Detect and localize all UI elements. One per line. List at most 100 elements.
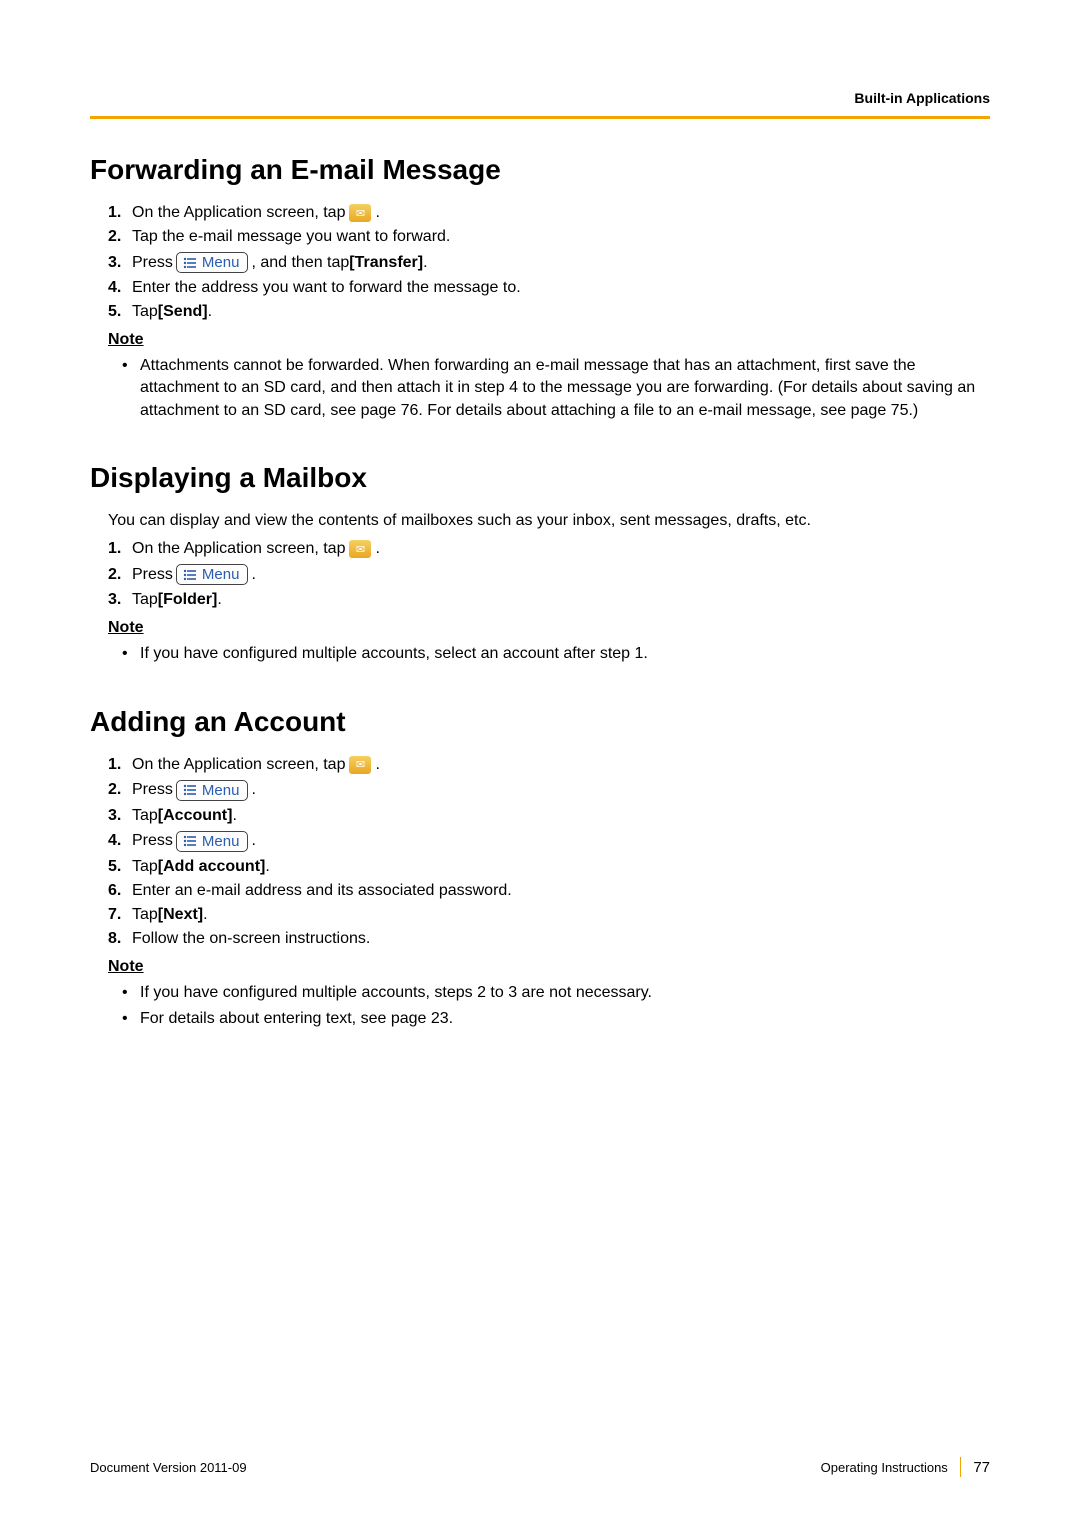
step-text: Tap — [132, 858, 158, 876]
section1-steps: 1. On the Application screen, tap ✉ . 2.… — [90, 204, 990, 321]
step-text: On the Application screen, tap — [132, 756, 345, 774]
email-icon[interactable]: ✉ — [349, 540, 371, 558]
step-text: , and then tap — [251, 254, 349, 272]
step-text: . — [375, 540, 379, 558]
step-text: . — [251, 566, 255, 584]
step-number: 2. — [108, 781, 132, 799]
step-number: 4. — [108, 832, 132, 850]
step-text: Press — [132, 254, 173, 272]
step-action: [Account] — [158, 807, 233, 825]
step-number: 6. — [108, 882, 132, 900]
step-text: Tap — [132, 591, 158, 609]
note-label: Note — [90, 331, 990, 349]
step-text: On the Application screen, tap — [132, 204, 345, 222]
step-number: 5. — [108, 858, 132, 876]
step-number: 2. — [108, 566, 132, 584]
step-number: 1. — [108, 204, 132, 222]
menu-button[interactable]: Menu — [176, 252, 249, 273]
step-item: 2. Press Menu . — [108, 780, 990, 801]
step-text: . — [203, 906, 207, 924]
note-list: If you have configured multiple accounts… — [90, 643, 990, 665]
step-number: 3. — [108, 807, 132, 825]
header-divider — [90, 116, 990, 119]
step-number: 1. — [108, 540, 132, 558]
menu-icon — [183, 784, 197, 796]
step-text: Tap — [132, 303, 158, 321]
note-label: Note — [90, 958, 990, 976]
step-text: Enter the address you want to forward th… — [132, 279, 521, 297]
page-number: 77 — [973, 1459, 990, 1476]
step-item: 3. Tap [Folder] . — [108, 591, 990, 609]
step-number: 3. — [108, 254, 132, 272]
step-action: [Next] — [158, 906, 203, 924]
step-text: . — [423, 254, 427, 272]
step-text: Press — [132, 781, 173, 799]
menu-label: Menu — [202, 254, 240, 271]
menu-button[interactable]: Menu — [176, 564, 249, 585]
step-item: 2. Press Menu . — [108, 564, 990, 585]
step-item: 5. Tap [Send] . — [108, 303, 990, 321]
menu-label: Menu — [202, 782, 240, 799]
menu-button[interactable]: Menu — [176, 831, 249, 852]
step-text: Press — [132, 566, 173, 584]
footer-right-label: Operating Instructions — [821, 1460, 948, 1475]
step-number: 3. — [108, 591, 132, 609]
menu-label: Menu — [202, 833, 240, 850]
email-icon[interactable]: ✉ — [349, 756, 371, 774]
step-action: [Send] — [158, 303, 208, 321]
step-item: 3. Tap [Account] . — [108, 807, 990, 825]
page-footer: Document Version 2011-09 Operating Instr… — [90, 1457, 990, 1477]
step-text: . — [375, 756, 379, 774]
step-number: 7. — [108, 906, 132, 924]
step-action: [Transfer] — [349, 254, 423, 272]
step-text: . — [208, 303, 212, 321]
step-text: . — [232, 807, 236, 825]
note-item: Attachments cannot be forwarded. When fo… — [140, 355, 990, 422]
note-item: For details about entering text, see pag… — [140, 1008, 990, 1030]
step-number: 5. — [108, 303, 132, 321]
step-item: 3. Press Menu , and then tap [Transfer] … — [108, 252, 990, 273]
step-item: 7. Tap [Next] . — [108, 906, 990, 924]
step-item: 1. On the Application screen, tap ✉ . — [108, 756, 990, 774]
step-text: Press — [132, 832, 173, 850]
step-number: 1. — [108, 756, 132, 774]
menu-icon — [183, 835, 197, 847]
note-label: Note — [90, 619, 990, 637]
section-account-title: Adding an Account — [90, 706, 990, 738]
step-item: 6. Enter an e-mail address and its assoc… — [108, 882, 990, 900]
footer-separator — [960, 1457, 962, 1477]
step-text: . — [265, 858, 269, 876]
step-text: Tap — [132, 807, 158, 825]
menu-button[interactable]: Menu — [176, 780, 249, 801]
section3-steps: 1. On the Application screen, tap ✉ . 2.… — [90, 756, 990, 948]
menu-icon — [183, 569, 197, 581]
step-number: 2. — [108, 228, 132, 246]
step-item: 2. Tap the e-mail message you want to fo… — [108, 228, 990, 246]
note-list: If you have configured multiple accounts… — [90, 982, 990, 1031]
step-number: 4. — [108, 279, 132, 297]
section-forwarding-title: Forwarding an E-mail Message — [90, 154, 990, 186]
step-text: . — [375, 204, 379, 222]
header-section: Built-in Applications — [90, 90, 990, 106]
step-action: [Folder] — [158, 591, 218, 609]
step-item: 8. Follow the on-screen instructions. — [108, 930, 990, 948]
section2-steps: 1. On the Application screen, tap ✉ . 2.… — [90, 540, 990, 609]
step-text: . — [251, 832, 255, 850]
step-number: 8. — [108, 930, 132, 948]
menu-icon — [183, 257, 197, 269]
step-item: 4. Enter the address you want to forward… — [108, 279, 990, 297]
note-item: If you have configured multiple accounts… — [140, 643, 990, 665]
email-icon[interactable]: ✉ — [349, 204, 371, 222]
note-item: If you have configured multiple accounts… — [140, 982, 990, 1004]
step-text: . — [251, 781, 255, 799]
step-text: On the Application screen, tap — [132, 540, 345, 558]
step-text: Tap — [132, 906, 158, 924]
section2-intro: You can display and view the contents of… — [90, 512, 990, 530]
note-list: Attachments cannot be forwarded. When fo… — [90, 355, 990, 422]
step-action: [Add account] — [158, 858, 266, 876]
step-item: 1. On the Application screen, tap ✉ . — [108, 540, 990, 558]
step-item: 4. Press Menu . — [108, 831, 990, 852]
step-text: Tap the e-mail message you want to forwa… — [132, 228, 450, 246]
step-item: 1. On the Application screen, tap ✉ . — [108, 204, 990, 222]
step-text: . — [217, 591, 221, 609]
